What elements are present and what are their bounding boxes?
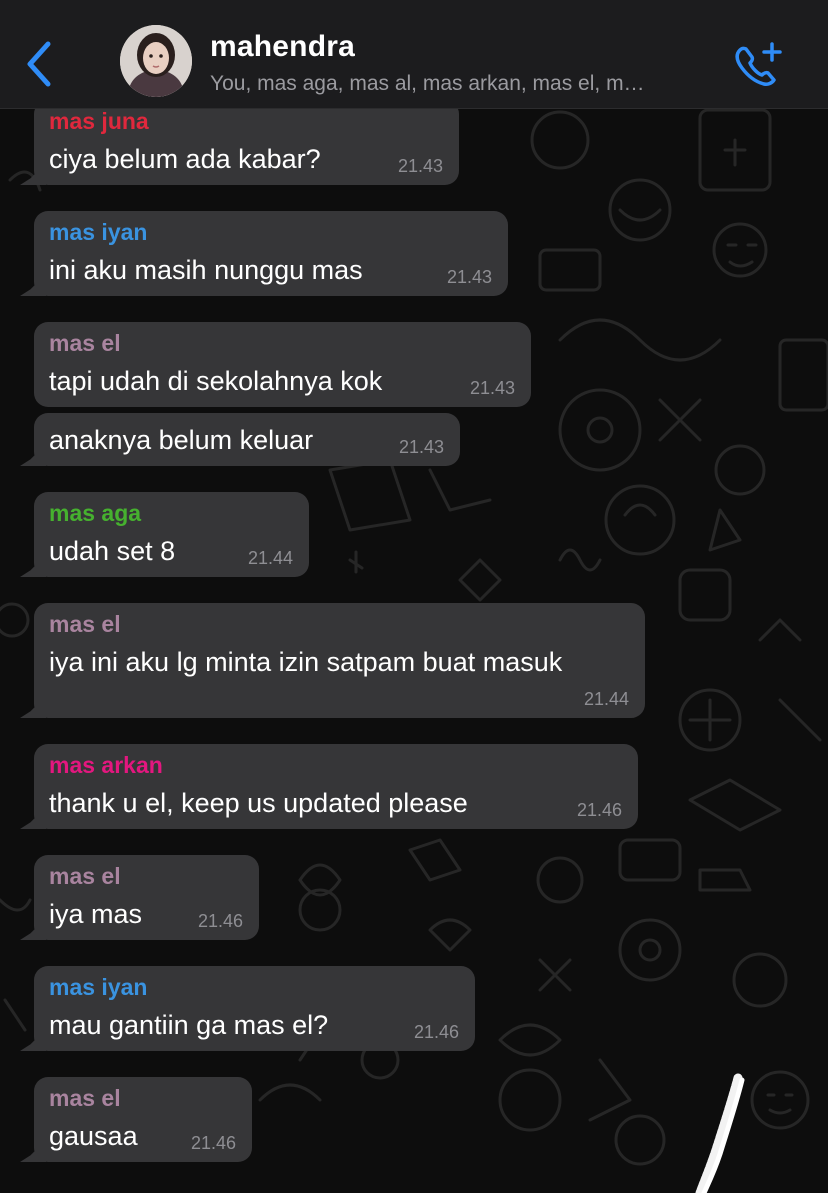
chat-title[interactable]: mahendra: [210, 30, 355, 64]
message-bubble[interactable]: mas arkan thank u el, keep us updated pl…: [34, 744, 638, 829]
message-bubble[interactable]: mas el iya ini aku lg minta izin satpam …: [34, 603, 645, 718]
message-bubble[interactable]: mas juna ciya belum ada kabar? 21.43: [34, 100, 459, 185]
message-text: mau gantiin ga mas el?: [49, 1010, 329, 1040]
message-bubble[interactable]: mas el iya mas 21.46: [34, 855, 259, 940]
message-bubble[interactable]: mas iyan ini aku masih nunggu mas 21.43: [34, 211, 508, 296]
message-bubble[interactable]: mas el gausaa 21.46: [34, 1077, 252, 1162]
message-sender: mas el: [49, 611, 121, 637]
message-sender: mas el: [49, 1085, 121, 1111]
message-text: thank u el, keep us updated please: [49, 788, 468, 818]
message-sender: mas el: [49, 330, 121, 356]
message-text: udah set 8: [49, 536, 176, 566]
avatar-photo: [120, 25, 192, 97]
message-text: ciya belum ada kabar?: [49, 144, 321, 174]
phone-add-icon: [735, 42, 782, 86]
message-bubble[interactable]: mas el tapi udah di sekolahnya kok 21.43: [34, 322, 531, 407]
message-sender: mas arkan: [49, 752, 163, 778]
message-bubble[interactable]: mas aga udah set 8 21.44: [34, 492, 309, 577]
message-text: tapi udah di sekolahnya kok: [49, 366, 383, 396]
message-sender: mas juna: [49, 108, 149, 134]
message-time: 21.46: [576, 800, 622, 820]
message-sender: mas aga: [49, 500, 142, 526]
chat-screen: mahendra You, mas aga, mas al, mas arkan…: [0, 0, 828, 1193]
message-time: 21.43: [446, 267, 492, 287]
message-text: anaknya belum keluar: [49, 425, 314, 455]
message-text: gausaa: [49, 1121, 138, 1151]
message-time: 21.43: [397, 156, 443, 176]
back-button[interactable]: [20, 38, 60, 90]
message-text: iya ini aku lg minta izin satpam buat ma…: [49, 647, 563, 677]
group-avatar[interactable]: [120, 25, 192, 97]
message-text: ini aku masih nunggu mas: [49, 255, 363, 285]
message-time: 21.46: [190, 1133, 236, 1153]
chat-participants[interactable]: You, mas aga, mas al, mas arkan, mas el,…: [210, 72, 720, 96]
chevron-left-icon: [27, 41, 51, 87]
message-bubble[interactable]: anaknya belum keluar 21.43: [34, 413, 460, 466]
message-time: 21.46: [197, 911, 243, 931]
message-sender: mas el: [49, 863, 121, 889]
message-time: 21.44: [247, 548, 293, 568]
scribble-mark: [695, 1073, 745, 1193]
message-sender: mas iyan: [49, 974, 148, 1000]
message-text: iya mas: [49, 899, 143, 929]
message-time: 21.43: [469, 378, 515, 398]
chat-header: mahendra You, mas aga, mas al, mas arkan…: [0, 0, 828, 109]
message-time: 21.44: [583, 689, 629, 709]
message-bubble[interactable]: mas iyan mau gantiin ga mas el? 21.46: [34, 966, 475, 1051]
message-time: 21.43: [398, 437, 444, 457]
message-time: 21.46: [413, 1022, 459, 1042]
header-divider: [0, 108, 828, 109]
add-call-button[interactable]: [730, 40, 786, 88]
message-sender: mas iyan: [49, 219, 148, 245]
